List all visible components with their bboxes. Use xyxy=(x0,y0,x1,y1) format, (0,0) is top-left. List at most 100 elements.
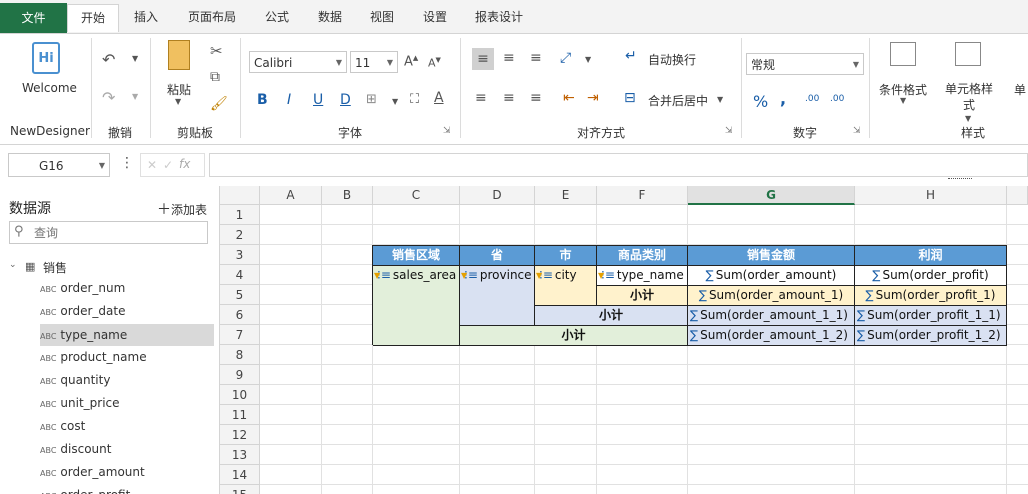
double-underline-button[interactable]: D xyxy=(340,92,351,108)
select-all-corner[interactable] xyxy=(220,186,260,205)
row-header[interactable]: 9 xyxy=(220,365,260,385)
cell-subtotal-province[interactable]: 小计 xyxy=(460,326,688,346)
row-header[interactable]: 2 xyxy=(220,225,260,245)
cell-type-name[interactable]: ▼ ⁝≡ type_name xyxy=(597,266,688,286)
field-item[interactable]: ABC unit_price xyxy=(40,392,214,414)
header-cell-amount[interactable]: 销售金额 xyxy=(688,246,855,266)
increase-decimal-icon[interactable]: .00 xyxy=(805,94,819,104)
cell-sum-profit-1[interactable]: ∑ Sum(order_profit_1) xyxy=(855,286,1007,306)
decrease-font-icon[interactable]: A▼ xyxy=(428,56,441,70)
align-middle-icon[interactable]: ≡ xyxy=(503,50,515,66)
tab-home[interactable]: 开始 xyxy=(67,4,119,32)
more-styles-button[interactable]: 单 xyxy=(1014,81,1026,98)
field-item[interactable]: ABC quantity xyxy=(40,369,214,391)
italic-button[interactable]: I xyxy=(287,92,291,108)
column-header[interactable]: C xyxy=(373,186,460,205)
row-header[interactable]: 10 xyxy=(220,385,260,405)
cell-province[interactable]: ▼ ⁝≡ province xyxy=(460,266,535,326)
tab-page-layout[interactable]: 页面布局 xyxy=(178,4,246,31)
tab-file[interactable]: 文件 xyxy=(0,3,67,33)
search-box[interactable]: ⚲ xyxy=(9,221,208,244)
row-header[interactable]: 8 xyxy=(220,345,260,365)
formula-input[interactable] xyxy=(209,153,1028,177)
row-header[interactable]: 15 xyxy=(220,485,260,494)
field-item[interactable]: ABC cost xyxy=(40,415,214,437)
cell-sum-amount-1-2[interactable]: ∑ Sum(order_amount_1_2) xyxy=(688,326,855,346)
cell-style-button[interactable]: 单元格样式 xyxy=(944,81,994,113)
row-header[interactable]: 7 xyxy=(220,325,260,345)
cell-style-icon[interactable] xyxy=(955,42,981,66)
cell-sales-area[interactable]: ▼ ⁝≡ sales_area xyxy=(373,266,460,346)
undo-dropdown-icon[interactable]: ▼ xyxy=(132,54,138,63)
tab-insert[interactable]: 插入 xyxy=(124,4,168,31)
number-format-select[interactable]: 常规 ▼ xyxy=(746,53,864,75)
row-header[interactable]: 11 xyxy=(220,405,260,425)
font-color-icon[interactable]: A xyxy=(434,90,444,106)
row-header[interactable]: 12 xyxy=(220,425,260,445)
field-item[interactable]: ABC product_name xyxy=(40,346,214,368)
fill-color-icon[interactable]: ⛶ xyxy=(410,92,419,107)
wrap-text-icon[interactable]: ↵ xyxy=(625,48,637,64)
border-dropdown-icon[interactable]: ▼ xyxy=(392,97,398,106)
border-icon[interactable]: ⊞ xyxy=(366,92,377,107)
header-cell-sales-area[interactable]: 销售区域 xyxy=(373,246,460,266)
merge-center-button[interactable]: 合并后居中 xyxy=(648,92,708,109)
cell-sum-amount-1-1[interactable]: ∑ Sum(order_amount_1_1) xyxy=(688,306,855,326)
cell-sum-amount[interactable]: ∑ Sum(order_amount) xyxy=(688,266,855,286)
field-item[interactable]: ABCorder_profit xyxy=(40,484,214,494)
tab-report-design[interactable]: 报表设计 xyxy=(466,4,532,31)
name-box[interactable]: G16 ▼ xyxy=(8,153,110,177)
row-header[interactable]: 5 xyxy=(220,285,260,305)
more-options-icon[interactable]: ⋮ xyxy=(120,155,134,171)
tab-formula[interactable]: 公式 xyxy=(255,4,299,31)
header-cell-city[interactable]: 市 xyxy=(535,246,597,266)
cell-subtotal-city[interactable]: 小计 xyxy=(535,306,688,326)
field-item[interactable]: ABC order_date xyxy=(40,300,214,322)
redo-dropdown-icon[interactable]: ▼ xyxy=(132,92,138,101)
header-cell-profit[interactable]: 利润 xyxy=(855,246,1007,266)
table-name[interactable]: 销售 xyxy=(43,259,67,276)
cell-subtotal-type[interactable]: 小计 xyxy=(597,286,688,306)
bold-button[interactable]: B xyxy=(257,92,268,108)
cell-style-dropdown-icon[interactable]: ▼ xyxy=(965,114,971,123)
column-header[interactable] xyxy=(1007,186,1028,205)
underline-button[interactable]: U xyxy=(313,92,323,108)
confirm-icon[interactable]: ✓ xyxy=(163,158,173,172)
fx-icon[interactable]: fx xyxy=(179,157,190,171)
align-left-icon[interactable]: ≡ xyxy=(475,90,487,106)
conditional-format-dropdown-icon[interactable]: ▼ xyxy=(900,96,906,105)
paste-dropdown-icon[interactable]: ▼ xyxy=(175,97,181,106)
row-header[interactable]: 14 xyxy=(220,465,260,485)
decrease-decimal-icon[interactable]: .00 xyxy=(830,94,844,104)
cancel-icon[interactable]: ✕ xyxy=(147,158,157,172)
column-header[interactable]: F xyxy=(597,186,688,205)
number-dialog-launcher-icon[interactable]: ⇲ xyxy=(853,126,861,136)
cut-icon[interactable]: ✂ xyxy=(210,42,223,60)
cell-sum-amount-1[interactable]: ∑ Sum(order_amount_1) xyxy=(688,286,855,306)
add-table-button[interactable]: ＋添加表 xyxy=(157,199,207,219)
decrease-indent-icon[interactable]: ⇤ xyxy=(563,90,575,106)
field-item[interactable]: ABC order_amount xyxy=(40,461,214,483)
alignment-dialog-launcher-icon[interactable]: ⇲ xyxy=(725,126,733,136)
row-header[interactable]: 3 xyxy=(220,245,260,265)
field-item-selected[interactable]: ABC type_name xyxy=(40,324,214,346)
undo-icon[interactable]: ↶ xyxy=(102,50,115,69)
comma-button[interactable]: , xyxy=(780,89,786,108)
format-painter-icon[interactable]: 🖌 xyxy=(210,96,228,112)
merge-dropdown-icon[interactable]: ▼ xyxy=(717,95,723,104)
align-center-icon[interactable]: ≡ xyxy=(503,90,515,106)
row-header[interactable]: 6 xyxy=(220,305,260,325)
cell-city[interactable]: ▼ ⁝≡ city xyxy=(535,266,597,306)
header-cell-type[interactable]: 商品类别 xyxy=(597,246,688,266)
row-header[interactable]: 1 xyxy=(220,205,260,225)
font-name-select[interactable]: Calibri ▼ xyxy=(249,51,347,73)
orientation-dropdown-icon[interactable]: ▼ xyxy=(585,55,591,64)
align-bottom-icon[interactable]: ≡ xyxy=(530,50,542,66)
field-item[interactable]: ABC order_num xyxy=(40,277,214,299)
column-header[interactable]: E xyxy=(535,186,597,205)
resize-handle[interactable] xyxy=(948,178,972,181)
font-dialog-launcher-icon[interactable]: ⇲ xyxy=(443,126,451,136)
percent-button[interactable]: % xyxy=(753,92,768,111)
redo-icon[interactable]: ↷ xyxy=(102,88,115,107)
increase-indent-icon[interactable]: ⇥ xyxy=(587,90,599,106)
